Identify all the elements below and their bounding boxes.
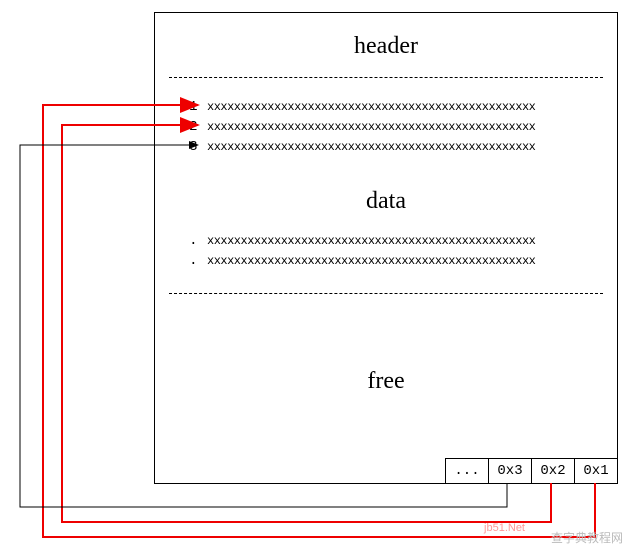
offset-cell-more: ... xyxy=(445,458,489,484)
offset-cell: 0x1 xyxy=(574,458,618,484)
row-content: xxxxxxxxxxxxxxxxxxxxxxxxxxxxxxxxxxxxxxxx… xyxy=(207,120,535,134)
page-block: header 1 xxxxxxxxxxxxxxxxxxxxxxxxxxxxxxxx… xyxy=(154,12,618,484)
divider-header-data xyxy=(169,77,603,78)
row-number: 1 xyxy=(181,99,197,115)
data-row: 1 xxxxxxxxxxxxxxxxxxxxxxxxxxxxxxxxxxxxxxx… xyxy=(181,99,535,115)
free-section-label: free xyxy=(155,368,617,395)
data-row: . xxxxxxxxxxxxxxxxxxxxxxxxxxxxxxxxxxxxxxx… xyxy=(181,233,535,249)
watermark: 查字典教程网 xyxy=(551,529,623,546)
data-row: 3 xxxxxxxxxxxxxxxxxxxxxxxxxxxxxxxxxxxxxxx… xyxy=(181,139,535,155)
offset-array: ... 0x3 0x2 0x1 xyxy=(446,458,618,484)
row-content: xxxxxxxxxxxxxxxxxxxxxxxxxxxxxxxxxxxxxxxx… xyxy=(207,234,535,248)
data-row: . xxxxxxxxxxxxxxxxxxxxxxxxxxxxxxxxxxxxxxx… xyxy=(181,253,535,269)
row-content: xxxxxxxxxxxxxxxxxxxxxxxxxxxxxxxxxxxxxxxx… xyxy=(207,100,535,114)
row-content: xxxxxxxxxxxxxxxxxxxxxxxxxxxxxxxxxxxxxxxx… xyxy=(207,254,535,268)
row-number: 3 xyxy=(181,139,197,155)
row-number: . xyxy=(181,233,197,249)
row-number: 2 xyxy=(181,119,197,135)
offset-cell: 0x2 xyxy=(531,458,575,484)
watermark-secondary: jb51.Net xyxy=(484,522,525,534)
row-content: xxxxxxxxxxxxxxxxxxxxxxxxxxxxxxxxxxxxxxxx… xyxy=(207,140,535,154)
header-section-label: header xyxy=(155,33,617,60)
row-number: . xyxy=(181,253,197,269)
divider-data-free xyxy=(169,293,603,294)
data-section-label: data xyxy=(155,188,617,215)
offset-cell: 0x3 xyxy=(488,458,532,484)
data-row: 2 xxxxxxxxxxxxxxxxxxxxxxxxxxxxxxxxxxxxxxx… xyxy=(181,119,535,135)
